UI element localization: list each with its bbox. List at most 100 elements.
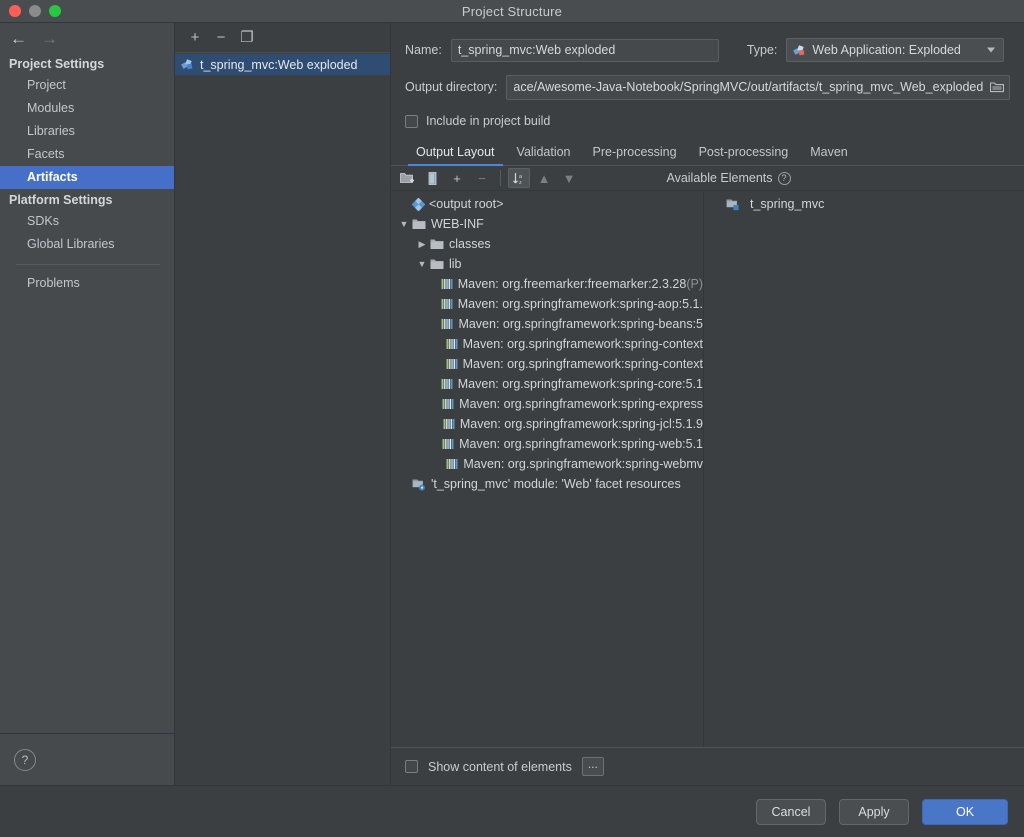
include-in-build-checkbox[interactable]: [405, 114, 418, 128]
tree-row[interactable]: <output root>: [391, 194, 703, 214]
more-options-button[interactable]: ...: [581, 757, 604, 776]
chevron-down-icon[interactable]: [987, 47, 996, 53]
toolbar-divider: [500, 170, 501, 186]
close-icon[interactable]: [9, 5, 21, 17]
name-row: Name: t_spring_mvc:Web exploded Type: We…: [391, 23, 1024, 67]
show-content-checkbox[interactable]: [405, 760, 418, 773]
tree-row-label: Maven: org.springframework:spring-aop:5.…: [457, 297, 703, 311]
available-element-label: t_spring_mvc: [750, 197, 825, 211]
sidebar-item-project[interactable]: Project: [0, 74, 174, 97]
show-content-label: Show content of elements: [428, 759, 572, 774]
move-down-button: ▼: [562, 170, 576, 186]
add-artifact-button[interactable]: +: [187, 30, 203, 46]
jar-file-icon: [446, 458, 458, 470]
sidebar-item-facets[interactable]: Facets: [0, 143, 174, 166]
layout-panes: <output root> ▼ WEB-INF ▶ classes ▼ lib Maven: …: [391, 191, 1024, 747]
tree-row-label: WEB-INF: [431, 217, 484, 231]
available-element-row[interactable]: t_spring_mvc: [704, 194, 1024, 214]
tree-row[interactable]: Maven: org.freemarker:freemarker:2.3.28 …: [391, 274, 703, 294]
sidebar-group-platform-settings: Platform Settings: [9, 193, 113, 207]
artifact-name-input[interactable]: t_spring_mvc:Web exploded: [450, 38, 719, 62]
artifacts-toolbar: + − ❐: [175, 23, 390, 53]
sidebar-item-sdks[interactable]: SDKs: [0, 210, 174, 233]
folder-icon: [430, 238, 444, 250]
sidebar-item-modules[interactable]: Modules: [0, 97, 174, 120]
cancel-button[interactable]: Cancel: [756, 798, 826, 825]
help-circle-icon[interactable]: ?: [777, 171, 791, 185]
tree-row[interactable]: ▼ lib: [391, 254, 703, 274]
minimize-icon[interactable]: [29, 5, 41, 17]
tree-row-label: Maven: org.springframework:spring-beans:…: [458, 317, 703, 331]
tab-pre-processing[interactable]: Pre-processing: [582, 145, 688, 165]
jar-file-icon: [441, 318, 453, 330]
available-elements-tree: t_spring_mvc: [704, 191, 1024, 747]
folder-icon: [430, 258, 444, 270]
tree-row-label: Maven: org.springframework:spring-web:5.…: [459, 437, 703, 451]
output-directory-input[interactable]: ace/Awesome-Java-Notebook/SpringMVC/out/…: [506, 74, 1010, 100]
tree-row[interactable]: Maven: org.springframework:spring-contex…: [391, 354, 703, 374]
jar-file-icon: [442, 398, 454, 410]
tree-row[interactable]: Maven: org.springframework:spring-contex…: [391, 334, 703, 354]
tree-row-label: Maven: org.springframework:spring-contex…: [462, 357, 703, 371]
remove-artifact-button[interactable]: −: [213, 30, 229, 46]
artifact-module-icon: [726, 198, 740, 211]
add-copy-button[interactable]: +: [446, 168, 468, 188]
tree-row[interactable]: Maven: org.springframework:spring-expres…: [391, 394, 703, 414]
include-in-build-label: Include in project build: [426, 114, 551, 128]
tree-row-label: <output root>: [429, 197, 504, 211]
tree-row[interactable]: ▼ WEB-INF: [391, 214, 703, 234]
add-archive-button[interactable]: [421, 168, 443, 188]
twisty-collapsed-icon[interactable]: ▶: [414, 239, 430, 250]
help-button[interactable]: ?: [14, 748, 36, 771]
twisty-expanded-icon[interactable]: ▼: [396, 219, 412, 229]
navigation-arrows: ← →: [0, 23, 174, 53]
copy-artifact-button[interactable]: ❐: [239, 30, 255, 46]
tree-row[interactable]: Maven: org.springframework:spring-beans:…: [391, 314, 703, 334]
dialog-footer: Cancel Apply OK: [0, 785, 1024, 837]
sidebar-item-artifacts[interactable]: Artifacts: [0, 166, 174, 189]
sidebar-item-global-libraries[interactable]: Global Libraries: [0, 233, 174, 256]
twisty-expanded-icon[interactable]: ▼: [414, 259, 430, 269]
sort-button[interactable]: a z: [508, 168, 530, 188]
browse-folder-icon[interactable]: [989, 82, 1005, 93]
output-directory-label: Output directory:: [405, 80, 498, 94]
sidebar-group-project-settings: Project Settings: [9, 57, 105, 71]
tree-row-label: Maven: org.springframework:spring-expres…: [459, 397, 703, 411]
back-arrow-icon[interactable]: ←: [10, 30, 27, 47]
tab-output-layout[interactable]: Output Layout: [405, 145, 506, 166]
tree-row-suffix: (P): [686, 277, 703, 291]
apply-button[interactable]: Apply: [839, 798, 909, 825]
tree-row[interactable]: Maven: org.springframework:spring-jcl:5.…: [391, 414, 703, 434]
remove-element-button: −: [478, 170, 486, 186]
tree-row[interactable]: Maven: org.springframework:spring-aop:5.…: [391, 294, 703, 314]
jar-file-icon: [442, 438, 454, 450]
tab-validation[interactable]: Validation: [506, 145, 582, 165]
sidebar-item-libraries[interactable]: Libraries: [0, 120, 174, 143]
output-layout-tree: <output root> ▼ WEB-INF ▶ classes ▼ lib Maven: …: [391, 191, 704, 747]
tree-row[interactable]: Maven: org.springframework:spring-webmv: [391, 454, 703, 474]
artifact-type-icon: [793, 44, 806, 57]
tab-maven[interactable]: Maven: [799, 145, 859, 165]
folder-icon: [412, 218, 426, 230]
include-in-build-row[interactable]: Include in project build: [391, 107, 1024, 135]
ok-button[interactable]: OK: [922, 798, 1008, 825]
tree-row[interactable]: 't_spring_mvc' module: 'Web' facet resou…: [391, 474, 703, 494]
output-layout-toolbar: + − a z ▲ ▼ Available Elements ?: [391, 166, 1024, 191]
available-elements-header: Available Elements ?: [583, 171, 1024, 185]
tree-row[interactable]: Maven: org.springframework:spring-web:5.…: [391, 434, 703, 454]
tree-row-label: Maven: org.springframework:spring-core:5…: [457, 377, 703, 391]
artifact-type-select[interactable]: Web Application: Exploded: [786, 38, 1005, 62]
jar-file-icon: [446, 358, 458, 370]
tab-post-processing[interactable]: Post-processing: [688, 145, 800, 165]
tree-row[interactable]: Maven: org.springframework:spring-core:5…: [391, 374, 703, 394]
svg-text:z: z: [519, 180, 522, 185]
tree-row[interactable]: ▶ classes: [391, 234, 703, 254]
add-directory-button[interactable]: [396, 168, 418, 188]
name-label: Name:: [405, 43, 442, 57]
tree-row-label: 't_spring_mvc' module: 'Web' facet resou…: [431, 477, 681, 491]
list-item[interactable]: t_spring_mvc:Web exploded: [175, 54, 390, 75]
sidebar-item-problems[interactable]: Problems: [0, 272, 174, 295]
zoom-icon[interactable]: [49, 5, 61, 17]
show-content-row: Show content of elements ...: [391, 747, 1024, 785]
jar-file-icon: [446, 338, 458, 350]
